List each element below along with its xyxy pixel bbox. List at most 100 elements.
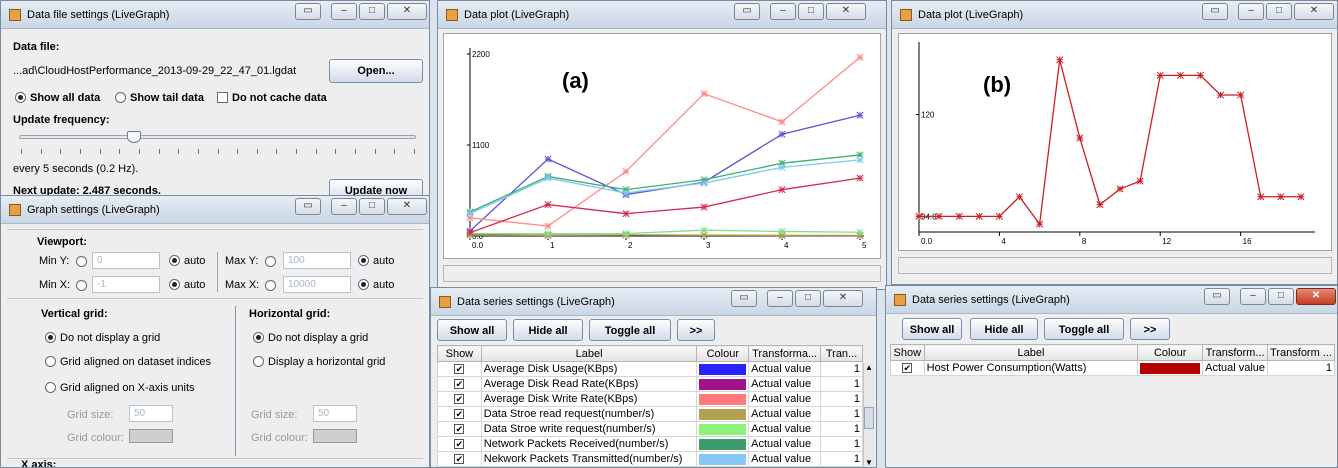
scroll-down-icon[interactable]: ▼: [865, 458, 873, 467]
scroll-up-icon[interactable]: ▲: [865, 363, 873, 372]
show-checkbox-cell[interactable]: ✔: [437, 376, 482, 392]
transformation-cell[interactable]: Actual value: [748, 391, 822, 407]
show-checkbox-cell[interactable]: ✔: [890, 360, 925, 376]
series-label-cell[interactable]: Nekwork Packets Transmitted(number/s): [480, 451, 698, 467]
hgrid-size-field[interactable]: 50: [313, 405, 357, 422]
vgrid-option-none[interactable]: Do not display a grid: [45, 332, 160, 344]
max-y-manual-radio[interactable]: [265, 256, 276, 267]
transform-param-cell[interactable]: 1: [820, 451, 863, 467]
maximize-button[interactable]: □: [359, 3, 385, 20]
colour-cell[interactable]: [696, 451, 750, 467]
colour-cell[interactable]: [1137, 360, 1204, 376]
hide-all-button[interactable]: Hide all: [513, 319, 583, 341]
hgrid-option-none[interactable]: Do not display a grid: [253, 332, 368, 344]
close-button[interactable]: ✕: [387, 198, 427, 215]
transform-param-cell[interactable]: 1: [820, 376, 863, 392]
transformation-cell[interactable]: Actual value: [748, 376, 822, 392]
show-checkbox-cell[interactable]: ✔: [437, 436, 482, 452]
minimize-button[interactable]: –: [767, 290, 793, 307]
update-frequency-slider[interactable]: [19, 135, 416, 139]
more-button[interactable]: >>: [1130, 318, 1170, 340]
transformation-cell[interactable]: Actual value: [748, 451, 822, 467]
table-row[interactable]: ✔ Data Stroe read request(number/s) Actual…: [437, 406, 863, 422]
transform-param-cell[interactable]: 1: [1267, 360, 1335, 376]
line-chart[interactable]: 0.0 4 8 12 1694.0120: [899, 34, 1333, 252]
maximize-button[interactable]: □: [798, 3, 824, 20]
hgrid-option-display[interactable]: Display a horizontal grid: [253, 356, 385, 368]
slider-thumb[interactable]: [127, 131, 142, 143]
colour-cell[interactable]: [696, 421, 750, 437]
transform-param-cell[interactable]: 1: [820, 436, 863, 452]
colour-swatch[interactable]: [1140, 362, 1201, 374]
table-row[interactable]: ✔ Average Disk Read Rate(KBps) Actual valu…: [437, 376, 863, 392]
min-x-auto-radio[interactable]: auto: [169, 279, 205, 291]
transformation-cell[interactable]: Actual value: [748, 436, 822, 452]
restore-sidebar-icon[interactable]: ▭: [1202, 3, 1228, 20]
checkbox-checked-icon[interactable]: ✔: [454, 439, 465, 449]
column-header-colour[interactable]: Colour: [696, 345, 750, 362]
show-all-data-radio[interactable]: Show all data: [15, 92, 100, 104]
column-header-show[interactable]: Show: [437, 345, 482, 362]
min-y-manual-radio[interactable]: [76, 256, 87, 267]
maximize-button[interactable]: □: [359, 198, 385, 215]
maximize-button[interactable]: □: [1268, 288, 1294, 305]
show-checkbox-cell[interactable]: ✔: [437, 451, 482, 467]
vgrid-size-field[interactable]: 50: [129, 405, 173, 422]
max-x-manual-radio[interactable]: [265, 280, 276, 291]
close-button[interactable]: ✕: [823, 290, 863, 307]
min-y-field[interactable]: 0: [92, 252, 160, 269]
min-x-manual-radio[interactable]: [76, 280, 87, 291]
checkbox-checked-icon[interactable]: ✔: [454, 409, 465, 419]
column-header-colour[interactable]: Colour: [1137, 344, 1204, 361]
line-chart[interactable]: 0.0 1 2 3 4 50.011002200: [444, 34, 882, 260]
colour-cell[interactable]: [696, 376, 750, 392]
table-row[interactable]: ✔ Average Disk Write Rate(KBps) Actual val…: [437, 391, 863, 407]
vgrid-option-x-units[interactable]: Grid aligned on X-axis units: [45, 382, 195, 394]
colour-swatch[interactable]: [699, 408, 747, 420]
transform-param-cell[interactable]: 1: [820, 391, 863, 407]
scroll-thumb[interactable]: [864, 407, 874, 429]
column-header-transform-param[interactable]: Tran...: [820, 345, 863, 362]
show-all-button[interactable]: Show all: [437, 319, 507, 341]
show-checkbox-cell[interactable]: ✔: [437, 406, 482, 422]
transform-param-cell[interactable]: 1: [820, 361, 863, 377]
series-label-cell[interactable]: Average Disk Read Rate(KBps): [480, 376, 698, 392]
checkbox-checked-icon[interactable]: ✔: [454, 364, 465, 374]
series-label-cell[interactable]: Average Disk Write Rate(KBps): [480, 391, 698, 407]
do-not-cache-checkbox[interactable]: Do not cache data: [217, 92, 327, 104]
minimize-button[interactable]: –: [331, 198, 357, 215]
vgrid-colour-swatch[interactable]: [129, 429, 173, 443]
show-checkbox-cell[interactable]: ✔: [437, 421, 482, 437]
colour-swatch[interactable]: [699, 363, 747, 375]
colour-swatch[interactable]: [699, 378, 747, 390]
series-label-cell[interactable]: Average Disk Usage(KBps): [480, 361, 698, 377]
more-button[interactable]: >>: [677, 319, 715, 341]
open-button[interactable]: Open...: [329, 59, 423, 83]
checkbox-checked-icon[interactable]: ✔: [454, 454, 465, 464]
column-header-transformation[interactable]: Transform...: [1202, 344, 1269, 361]
checkbox-checked-icon[interactable]: ✔: [902, 363, 913, 373]
restore-sidebar-icon[interactable]: ▭: [295, 198, 321, 215]
max-y-field[interactable]: 100: [283, 252, 351, 269]
colour-swatch[interactable]: [699, 438, 747, 450]
colour-cell[interactable]: [696, 436, 750, 452]
transformation-cell[interactable]: Actual value: [1202, 360, 1269, 376]
show-checkbox-cell[interactable]: ✔: [437, 361, 482, 377]
column-header-transform-param[interactable]: Transform ...: [1267, 344, 1335, 361]
table-row[interactable]: ✔ Network Packets Received(number/s) Actua…: [437, 436, 863, 452]
max-x-auto-radio[interactable]: auto: [358, 279, 394, 291]
transformation-cell[interactable]: Actual value: [748, 406, 822, 422]
close-button[interactable]: ✕: [1294, 3, 1334, 20]
colour-cell[interactable]: [696, 406, 750, 422]
table-scrollbar[interactable]: ▲ ▼: [863, 363, 874, 467]
plot-canvas[interactable]: 0.0 4 8 12 16 94.0 120 (b): [898, 33, 1332, 251]
colour-cell[interactable]: [696, 361, 750, 377]
maximize-button[interactable]: □: [1266, 3, 1292, 20]
checkbox-checked-icon[interactable]: ✔: [454, 379, 465, 389]
series-label-cell[interactable]: Data Stroe read request(number/s): [480, 406, 698, 422]
vgrid-option-dataset-indices[interactable]: Grid aligned on dataset indices: [45, 356, 211, 368]
column-header-label[interactable]: Label: [923, 344, 1139, 361]
show-checkbox-cell[interactable]: ✔: [437, 391, 482, 407]
checkbox-checked-icon[interactable]: ✔: [454, 424, 465, 434]
table-row[interactable]: ✔ Data Stroe write request(number/s) Actua…: [437, 421, 863, 437]
